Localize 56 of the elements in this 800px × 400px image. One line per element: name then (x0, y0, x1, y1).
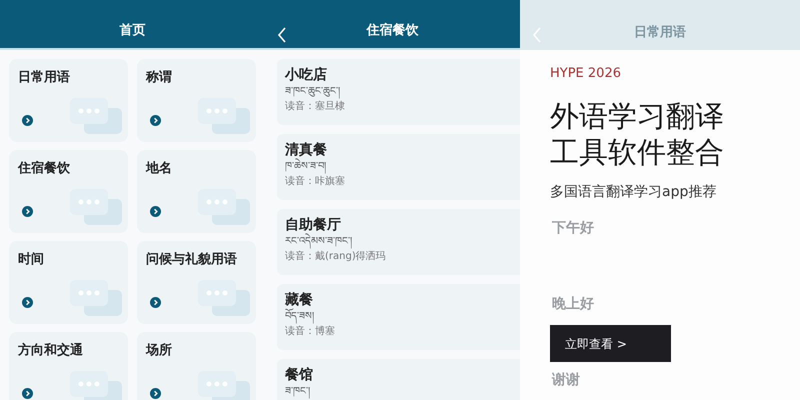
view-now-button[interactable]: 立即查看 > (550, 325, 671, 362)
phrase-card[interactable]: 藏餐 བོད་ཟས། 读音：博塞 (277, 284, 520, 350)
chevron-circle-icon[interactable] (22, 115, 33, 126)
phrase-card[interactable]: 自助餐厅 རང་འདེམས་ཟ་ཁང་། 读音：戴(rang)得洒玛 (277, 209, 520, 275)
chevron-circle-icon[interactable] (150, 388, 161, 399)
chevron-circle-icon[interactable] (150, 297, 161, 308)
category-label: 方向和交通 (18, 342, 84, 360)
phrase-chinese: 谢谢 (552, 371, 581, 390)
chat-bubble-icon (68, 369, 124, 400)
category-label: 住宿餐饮 (18, 160, 71, 178)
page-title: 住宿餐饮 (366, 22, 418, 40)
page-title: 日常用语 (634, 24, 686, 42)
category-card[interactable]: 地名 (137, 150, 256, 233)
phrase-chinese: 小吃店 (285, 66, 328, 85)
phrase-tibetan: ཟ་ཁང་ཆུང་ཆུང་། (285, 85, 341, 99)
promo-headline: 外语学习翻译 工具软件整合 (550, 98, 724, 170)
chevron-circle-icon[interactable] (150, 115, 161, 126)
category-label: 问候与礼貌用语 (146, 250, 238, 269)
phrase-card[interactable]: 清真餐 ཁ་ཆེས་ཟ་བ། 读音：咔旗塞 (277, 134, 520, 200)
phrase-chinese: 餐馆 (285, 366, 314, 385)
category-label: 时间 (18, 251, 45, 269)
phrase-chinese: 藏餐 (285, 291, 314, 308)
page-title: 首页 (120, 22, 146, 40)
chevron-circle-icon[interactable] (22, 206, 33, 217)
category-card[interactable]: 称谓 (137, 59, 256, 142)
category-card[interactable]: 方向和交通 (9, 332, 128, 400)
phrase-card[interactable]: 小吃店 ཟ་ཁང་ཆུང་ཆུང་། 读音：塞旦棣 (277, 59, 520, 125)
phrase-chinese: 下午好 (552, 219, 595, 238)
promo-tag: HYPE 2026 (550, 64, 621, 84)
chat-bubble-icon (196, 369, 252, 400)
phrase-tibetan: རང་འདེམས་ཟ་ཁང་། (285, 235, 512, 249)
phrase-tibetan: ཁ་ཆེས་ཟ་བ། (285, 160, 512, 174)
category-label: 地名 (146, 160, 173, 178)
category-label: 场所 (146, 342, 173, 360)
phrase-chinese: 晚上好 (552, 295, 595, 314)
phrase-tibetan: ཟ་ཁང་། (285, 385, 311, 399)
chevron-circle-icon[interactable] (22, 388, 33, 399)
category-card[interactable]: 日常用语 (9, 59, 128, 142)
phrase-reading: 读音：戴(rang)得洒玛 (285, 250, 387, 264)
back-icon[interactable] (277, 27, 287, 43)
phrase-reading: 读音：咔旗塞 (285, 174, 346, 189)
category-card[interactable]: 时间 (9, 241, 128, 324)
category-card[interactable]: 问候与礼貌用语 (137, 241, 256, 324)
phrase-card[interactable]: 餐馆 ཟ་ཁང་། (277, 359, 520, 400)
promo-subtitle: 多国语言翻译学习app推荐 (550, 183, 716, 202)
phrase-reading: 读音：博塞 (285, 324, 336, 339)
category-label: 称谓 (146, 69, 173, 87)
phrase-tibetan: བོད་ཟས། (285, 310, 512, 324)
phrase-chinese: 清真餐 (285, 141, 328, 158)
chevron-circle-icon[interactable] (22, 297, 33, 308)
phrase-reading: 读音：塞旦棣 (285, 100, 346, 114)
category-card[interactable]: 场所 (137, 332, 256, 400)
category-card[interactable]: 住宿餐饮 (9, 150, 128, 233)
phrase-chinese: 自助餐厅 (285, 216, 342, 233)
category-label: 日常用语 (18, 69, 71, 87)
chevron-circle-icon[interactable] (150, 206, 161, 217)
